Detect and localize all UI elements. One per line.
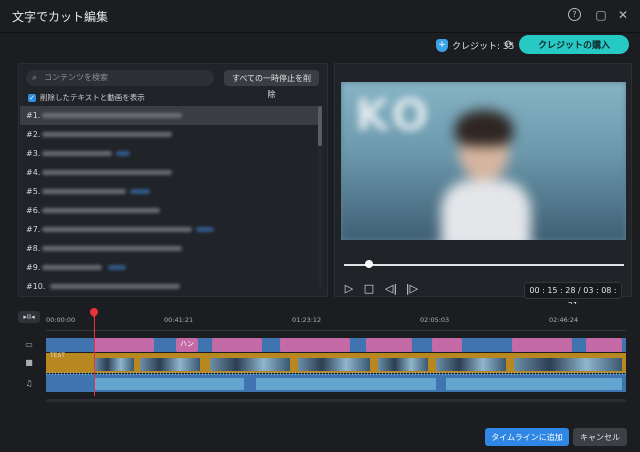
row-number: #10. [26, 282, 46, 291]
video-thumbnail-strip[interactable] [94, 358, 134, 371]
blurred-text [42, 265, 102, 270]
audio-clip[interactable] [256, 378, 436, 390]
subtitle-segment[interactable] [94, 338, 154, 352]
play-icon[interactable]: ▷ [342, 282, 356, 296]
subtitle-segment[interactable] [432, 338, 462, 352]
ruler-label: 00:00:00 [46, 316, 76, 324]
blurred-highlight [196, 227, 214, 232]
ruler-label: 01:23:12 [292, 316, 322, 324]
blurred-highlight [108, 265, 126, 270]
row-number: #7. [26, 225, 41, 234]
buy-credits-button[interactable]: クレジットの購入 [519, 35, 629, 54]
blurred-text [42, 170, 172, 175]
blurred-highlight [116, 151, 130, 156]
video-thumbnail-strip[interactable] [210, 358, 290, 371]
blurred-text [42, 246, 182, 251]
blurred-text [42, 208, 160, 213]
list-item[interactable]: #1. [20, 106, 318, 125]
show-deleted-toggle[interactable]: ✓ 削除したテキストと動画を表示 [28, 92, 145, 103]
search-input[interactable]: ⌕ コンテンツを検索 [26, 70, 214, 86]
video-track-icon: ■ [25, 358, 33, 367]
transcript-list: #1. #2. #3. #4. #5. #6. #7. #8. #9. #10. [20, 106, 318, 296]
row-number: #1. [26, 111, 41, 120]
stop-icon[interactable]: □ [362, 282, 376, 296]
ruler-label: 02:05:03 [420, 316, 450, 324]
blurred-text [42, 113, 182, 118]
video-thumbnail-strip[interactable] [436, 358, 506, 371]
dialog-title: 文字でカット編集 [12, 10, 109, 24]
list-scrollbar[interactable] [318, 106, 322, 286]
playhead[interactable] [94, 310, 95, 396]
clip-label: TEST [50, 352, 65, 359]
subtitle-segment[interactable] [280, 338, 350, 352]
dialog-window: 文字でカット編集 ? ▢ ✕ + クレジット: 35 ⟳ ⊞ クレジットの購入 … [0, 0, 640, 452]
row-number: #2. [26, 130, 41, 139]
video-preview: KO [341, 82, 626, 240]
video-thumbnail-strip[interactable] [140, 358, 200, 371]
list-item[interactable]: #6. [20, 201, 318, 220]
list-item[interactable]: #2. [20, 125, 318, 144]
blurred-text [42, 227, 192, 232]
timeline-ruler[interactable]: 00:00:00 00:41:21 01:23:12 02:05:03 02:4… [46, 316, 626, 336]
preview-lettering: KO [355, 90, 433, 141]
ruler-label: 02:46:24 [549, 316, 579, 324]
credit-shield-icon: + [436, 38, 448, 52]
blurred-highlight [130, 189, 150, 194]
ruler-baseline [46, 330, 626, 331]
list-item[interactable]: #7. [20, 220, 318, 239]
audio-clip[interactable] [94, 378, 244, 390]
subtitle-segment-label: ハン [180, 340, 194, 348]
previous-frame-icon[interactable]: ◁| [384, 282, 398, 296]
video-thumbnail-strip[interactable] [298, 358, 370, 371]
audio-clip[interactable] [446, 378, 622, 390]
remove-all-pauses-button[interactable]: すべての一時停止を削除 [224, 70, 319, 99]
subtitle-track-icon: ▭ [25, 340, 33, 349]
maximize-icon[interactable]: ▢ [594, 8, 608, 22]
video-thumbnail-strip[interactable] [514, 358, 622, 371]
next-frame-icon[interactable]: |▷ [405, 282, 419, 296]
add-to-timeline-button[interactable]: タイムラインに追加 [485, 428, 569, 446]
blurred-text [42, 132, 172, 137]
scrollbar-thumb[interactable] [318, 106, 322, 146]
timeline-scrollbar[interactable] [46, 399, 626, 402]
help-icon[interactable]: ? [568, 8, 581, 21]
list-item[interactable]: #4. [20, 163, 318, 182]
list-item[interactable]: #8. [20, 239, 318, 258]
row-number: #6. [26, 206, 41, 215]
music-track-icon: ♫ [25, 379, 33, 388]
subtitle-segment[interactable] [512, 338, 572, 352]
row-number: #3. [26, 149, 41, 158]
search-placeholder: コンテンツを検索 [44, 73, 108, 82]
blurred-text [42, 189, 126, 194]
search-icon: ⌕ [32, 73, 38, 83]
row-number: #8. [26, 244, 41, 253]
show-deleted-label: 削除したテキストと動画を表示 [40, 93, 145, 102]
row-number: #4. [26, 168, 41, 177]
refresh-icon[interactable]: ⟳ [502, 38, 516, 52]
cancel-button[interactable]: キャンセル [573, 428, 627, 446]
subtitle-segment[interactable] [586, 338, 622, 352]
video-thumbnail-strip[interactable] [378, 358, 428, 371]
subtitle-segment[interactable] [366, 338, 412, 352]
timeline-fit-button[interactable]: ▸II◂ [18, 311, 40, 323]
row-number: #5. [26, 187, 41, 196]
blurred-text [42, 151, 112, 156]
list-item[interactable]: #10. [20, 277, 318, 296]
list-item[interactable]: #3. [20, 144, 318, 163]
audio-waveform [46, 372, 626, 375]
person-hair [455, 110, 513, 146]
timecode-display: 00 : 15 : 28 / 03 : 08 : 21 [524, 282, 622, 310]
subtitle-segment[interactable] [212, 338, 262, 352]
list-item[interactable]: #5. [20, 182, 318, 201]
row-number: #9. [26, 263, 41, 272]
list-item[interactable]: #9. [20, 258, 318, 277]
checkbox-checked-icon[interactable]: ✓ [28, 93, 36, 102]
blurred-text [50, 284, 180, 289]
person-shirt [441, 180, 531, 240]
playback-progress[interactable] [344, 260, 624, 268]
ruler-label: 00:41:21 [164, 316, 194, 324]
close-icon[interactable]: ✕ [616, 8, 630, 22]
preview-person [441, 104, 531, 240]
